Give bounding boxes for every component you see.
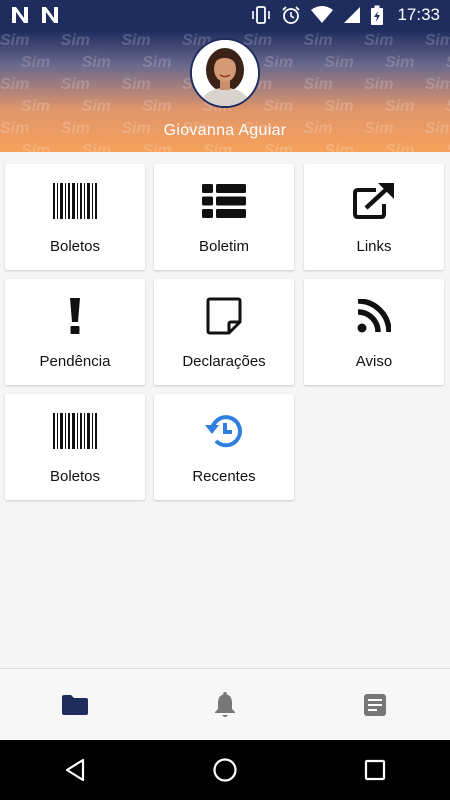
tile-label: Aviso [355,353,393,370]
battery-charging-icon [371,5,384,25]
tile-label: Pendência [39,353,111,370]
alarm-icon [282,6,301,24]
tile-label: Recentes [192,468,256,485]
tile-links[interactable]: Links [304,164,444,270]
recents-icon [364,759,386,781]
home-button[interactable] [200,745,250,795]
system-navigation [0,740,450,800]
tile-label: Boletos [49,468,101,485]
n-notification-icon [42,7,58,23]
signal-icon [344,7,361,23]
profile-header: Sim Sim Sim Sim Sim Sim Sim Sim Sim Sim … [0,30,450,152]
tile-aviso[interactable]: Aviso [304,279,444,385]
back-button[interactable] [50,745,100,795]
barcode-icon [53,182,97,220]
user-avatar[interactable] [190,38,260,108]
note-icon [205,297,243,335]
vibrate-icon [252,6,271,24]
home-icon [213,758,237,782]
nav-folder[interactable] [45,675,105,735]
exclamation-icon [68,297,82,335]
history-icon [204,412,244,450]
bell-icon [215,691,235,717]
tile-pendencia[interactable]: Pendência [5,279,145,385]
n-notification-icon [12,7,28,23]
bottom-navigation [0,668,450,740]
tile-recentes[interactable]: Recentes [154,394,294,500]
tile-boletim[interactable]: Boletim [154,164,294,270]
back-icon [65,758,85,782]
tile-label: Boletim [198,238,250,255]
tile-declaracoes[interactable]: Declarações [154,279,294,385]
nav-documents[interactable] [345,675,405,735]
folder-icon [62,694,88,715]
tile-boletos[interactable]: Boletos [5,164,145,270]
status-bar: 17:33 [0,0,450,30]
tile-label: Boletos [49,238,101,255]
rss-icon [357,297,391,335]
tile-label: Links [356,238,392,255]
tile-label: Declarações [182,353,266,370]
status-time: 17:33 [397,5,440,24]
wifi-icon [311,6,334,23]
list-icon [202,182,246,220]
user-name: Giovanna Aguiar [163,122,287,139]
barcode-icon [53,412,97,450]
nav-notifications[interactable] [195,675,255,735]
recents-button[interactable] [350,745,400,795]
document-icon [364,693,386,716]
external-link-icon [352,182,396,220]
tile-boletos-2[interactable]: Boletos [5,394,145,500]
